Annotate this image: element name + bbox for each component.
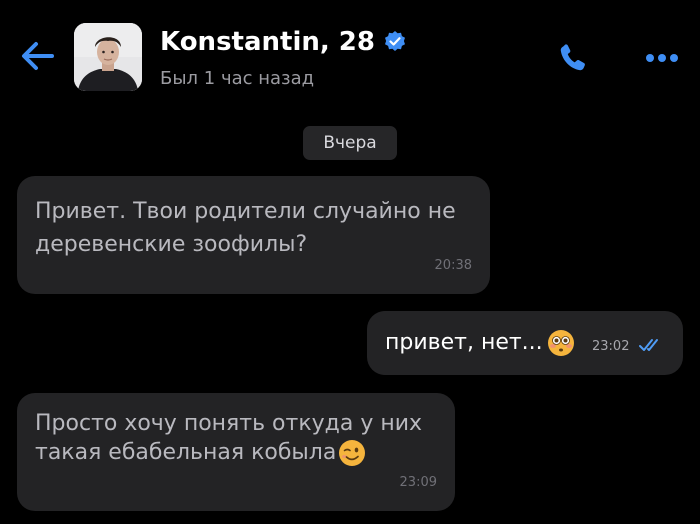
- message-bubble-outgoing[interactable]: привет, нет... 23:02: [367, 311, 683, 375]
- winking-face-emoji: [339, 439, 366, 466]
- contact-name[interactable]: Konstantin, 28: [160, 24, 407, 60]
- phone-icon: [560, 44, 585, 71]
- message-line: такая ебабельная кобыла: [35, 440, 337, 465]
- message-line: Просто хочу понять откуда у них: [35, 411, 423, 436]
- message-line: деревенские зоофилы?: [35, 232, 308, 257]
- contact-name-text: Konstantin, 28: [160, 27, 375, 57]
- flushed-face-emoji: [547, 330, 574, 356]
- read-double-check-icon: [639, 339, 658, 351]
- message-text: Просто хочу понять откуда у них такая еб…: [35, 409, 445, 467]
- avatar-photo: [74, 23, 142, 91]
- message-text-content: привет, нет...: [385, 330, 543, 355]
- date-separator: Вчера: [303, 126, 397, 160]
- message-time: 20:38: [434, 258, 472, 273]
- message-text: Привет. Твои родители случайно не дереве…: [35, 195, 475, 261]
- message-bubble-incoming[interactable]: Просто хочу понять откуда у них такая еб…: [17, 393, 455, 511]
- more-button[interactable]: [642, 46, 682, 70]
- message-bubble-incoming[interactable]: Привет. Твои родители случайно не дереве…: [17, 176, 490, 294]
- more-dots-icon: [646, 54, 678, 62]
- message-line: Привет. Твои родители случайно не: [35, 199, 456, 224]
- last-seen-status: Был 1 час назад: [160, 68, 315, 89]
- call-button[interactable]: [553, 38, 593, 78]
- arrow-left-icon: [22, 42, 54, 70]
- chat-screen: Konstantin, 28 Был 1 час назад Вчера При…: [0, 0, 700, 524]
- message-text: привет, нет...: [385, 329, 575, 357]
- message-line-with-emoji: такая ебабельная кобыла: [35, 438, 445, 467]
- back-button[interactable]: [18, 38, 58, 74]
- avatar[interactable]: [74, 23, 142, 91]
- verified-badge-icon: [384, 31, 405, 51]
- message-time: 23:02: [592, 339, 630, 354]
- message-time: 23:09: [399, 475, 437, 490]
